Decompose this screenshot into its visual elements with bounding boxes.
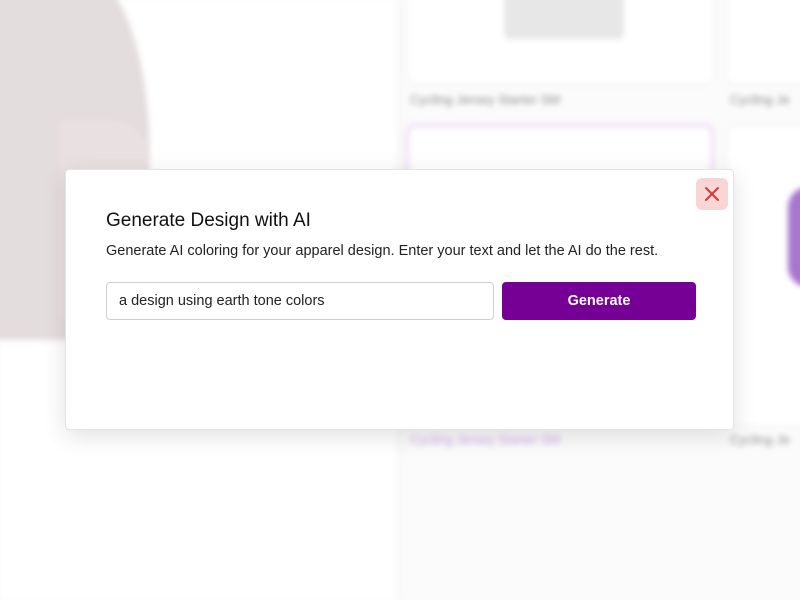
generate-ai-dialog: Generate Design with AI Generate AI colo… (65, 169, 734, 430)
design-prompt-input[interactable] (106, 282, 494, 320)
close-icon (705, 187, 719, 201)
dialog-description: Generate AI coloring for your apparel de… (106, 243, 659, 259)
dialog-title: Generate Design with AI (106, 210, 311, 231)
app-page: Cycling Jersey Starter SM Cycling Je Cyc… (0, 0, 800, 600)
close-button[interactable] (696, 178, 728, 210)
generate-button[interactable]: Generate (502, 282, 696, 320)
